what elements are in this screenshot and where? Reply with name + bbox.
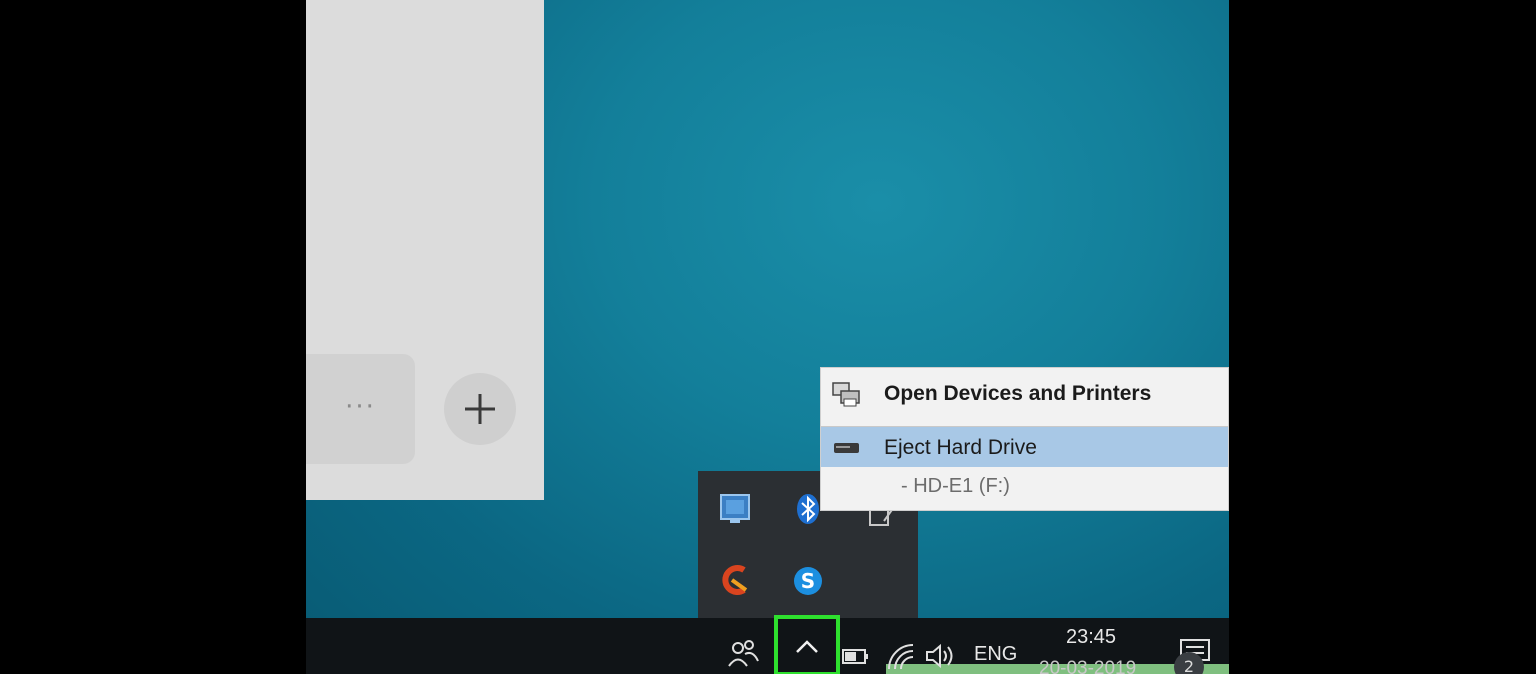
svg-text:S: S bbox=[801, 569, 815, 593]
context-menu: Open Devices and Printers Eject Hard Dri… bbox=[820, 367, 1229, 511]
volume-icon[interactable] bbox=[924, 642, 958, 670]
desktop-screen: ··· S Open Devices and Printers Eject Ha… bbox=[306, 0, 1229, 674]
menu-item-open-devices-label: Open Devices and Printers bbox=[884, 382, 1152, 405]
skype-icon[interactable]: S bbox=[790, 563, 826, 599]
menu-item-eject-label: Eject Hard Drive bbox=[884, 436, 1037, 459]
language-indicator[interactable]: ENG bbox=[974, 643, 1017, 666]
show-hidden-icons-button[interactable] bbox=[774, 615, 840, 674]
hard-drive-icon bbox=[834, 443, 859, 453]
clock-time[interactable]: 23:45 bbox=[1066, 626, 1116, 649]
wifi-icon[interactable] bbox=[886, 642, 916, 670]
devices-printers-icon bbox=[832, 382, 860, 407]
left-panel: ··· bbox=[306, 0, 544, 500]
people-icon[interactable] bbox=[726, 636, 760, 670]
plus-icon bbox=[465, 394, 495, 424]
more-options-button[interactable]: ··· bbox=[306, 354, 415, 464]
chevron-up-icon bbox=[796, 640, 818, 653]
menu-item-drive-label: - HD-E1 (F:) bbox=[901, 475, 1010, 497]
clock-date[interactable]: 20-03-2019 bbox=[1039, 658, 1136, 674]
ccleaner-icon[interactable] bbox=[718, 562, 754, 598]
intel-graphics-icon[interactable] bbox=[718, 491, 754, 527]
menu-item-drive-hd-e1: - HD-E1 (F:) bbox=[821, 466, 1228, 506]
taskbar: ENG 23:45 20-03-2019 2 bbox=[306, 615, 1229, 674]
notification-count-badge: 2 bbox=[1174, 652, 1204, 674]
menu-item-open-devices-and-printers[interactable]: Open Devices and Printers bbox=[821, 373, 1228, 413]
more-options-label: ··· bbox=[345, 392, 376, 422]
add-button[interactable] bbox=[444, 373, 516, 445]
menu-item-eject-hard-drive[interactable]: Eject Hard Drive bbox=[821, 426, 1228, 467]
battery-icon[interactable] bbox=[842, 648, 870, 666]
